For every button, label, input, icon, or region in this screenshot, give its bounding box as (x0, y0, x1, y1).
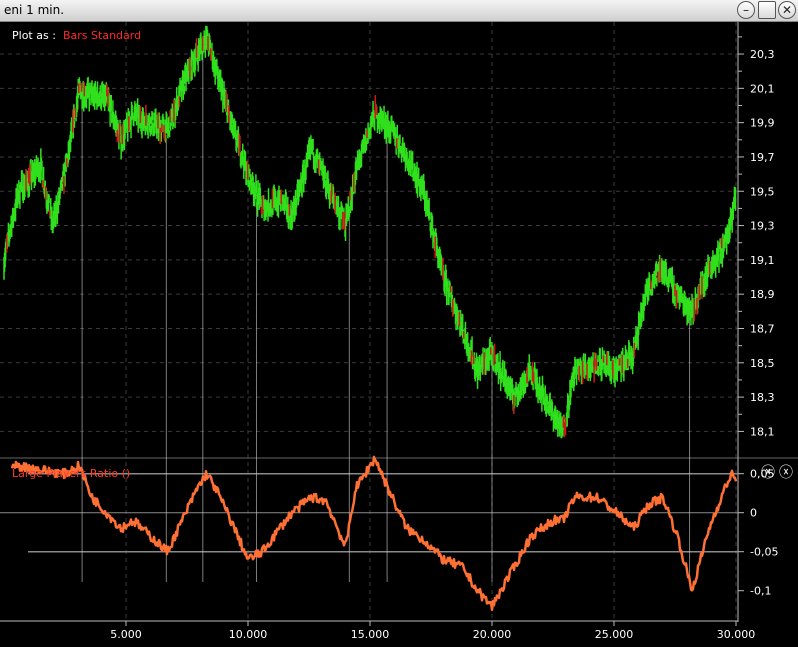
y-tick-label: 19,5 (750, 185, 775, 198)
x-tick-label: 10.000 (229, 628, 268, 641)
y-tick-label: 18,7 (750, 322, 775, 335)
y-tick-label: 18,5 (750, 357, 775, 370)
x-tick-label: 20.000 (473, 628, 512, 641)
y-tick-label: 20,3 (750, 48, 775, 61)
plot-as-value[interactable]: Bars Standard (63, 29, 141, 42)
indicator-tick-label: -0,1 (750, 585, 771, 598)
indicator-label: Large Players Ratio () (12, 467, 130, 480)
y-tick-label: 18,9 (750, 288, 775, 301)
x-tick-label: 30.000 (717, 628, 756, 641)
indicator-tick-label: 0 (750, 507, 757, 520)
x-tick-label: 15.000 (351, 628, 390, 641)
axis-ticks: 5.000 10.000 15.000 20.000 25.000 30.000 20,3 2… (110, 36, 778, 641)
y-tick-label: 19,3 (750, 220, 775, 233)
indicator-close-icon[interactable]: ⓧ (761, 465, 775, 481)
reference-lines (0, 472, 738, 553)
minimize-button[interactable]: – (737, 1, 755, 19)
x-tick-label: 5.000 (110, 628, 142, 641)
window-title: eni 1 min. (4, 3, 65, 17)
close-button[interactable]: ✕ (778, 1, 796, 19)
window-titlebar: eni 1 min. – ✕ (0, 0, 798, 22)
indicator-tick-label: -0,05 (750, 546, 778, 559)
y-tick-label: 19,7 (750, 151, 775, 164)
indicator-remove-icon[interactable]: ⓧ (779, 465, 793, 481)
y-tick-label: 20,1 (750, 82, 775, 95)
maximize-button[interactable] (758, 1, 776, 19)
y-tick-label: 19,1 (750, 254, 775, 267)
y-tick-label: 18,1 (750, 425, 775, 438)
y-tick-label: 19,9 (750, 117, 775, 130)
chart-area[interactable]: 5.000 10.000 15.000 20.000 25.000 30.000 20,3 2… (0, 22, 798, 647)
plot-as-label: Plot as : (12, 29, 56, 42)
y-tick-label: 18,3 (750, 391, 775, 404)
x-tick-label: 25.000 (595, 628, 634, 641)
